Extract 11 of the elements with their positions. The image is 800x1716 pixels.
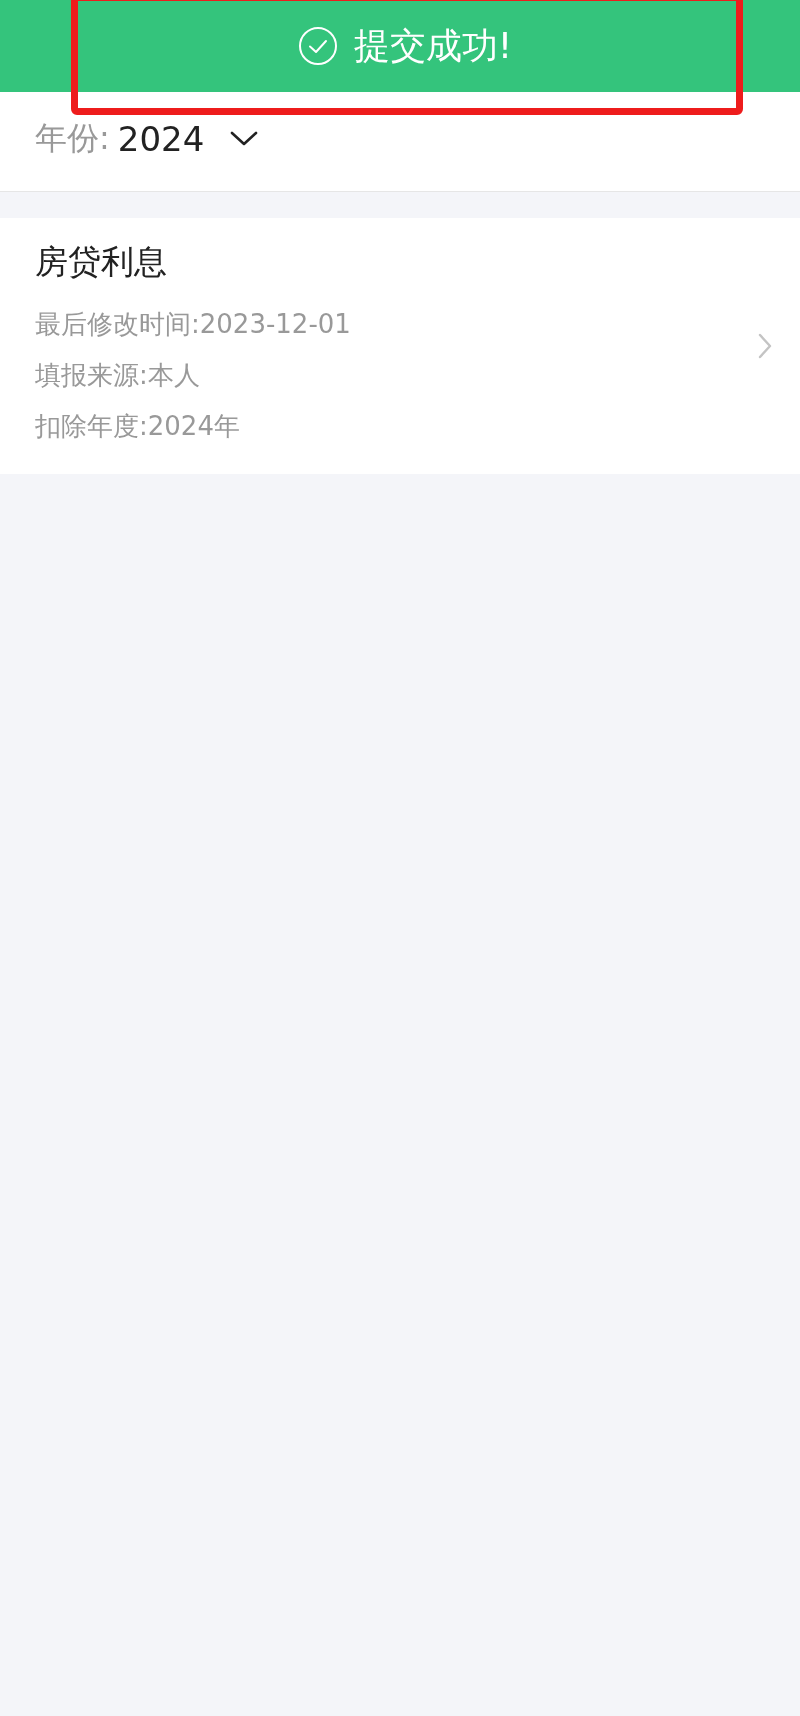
record-title: 房贷利息	[35, 241, 168, 283]
toast-message: 提交成功!	[353, 23, 513, 68]
check-circle-icon	[297, 26, 338, 66]
record-card[interactable]: 房贷利息 最后修改时间:2023-12-01 填报来源:本人 扣除年度:2024年	[0, 218, 800, 474]
record-detail: 填报来源:本人	[35, 359, 201, 392]
chevron-down-icon	[230, 130, 259, 147]
year-dropdown[interactable]: 2024	[117, 118, 259, 159]
record-detail: 最后修改时间:2023-12-01	[35, 308, 352, 341]
chevron-right-icon	[758, 333, 772, 359]
year-label: 年份:	[35, 117, 110, 159]
record-detail: 扣除年度:2024年	[35, 410, 241, 443]
